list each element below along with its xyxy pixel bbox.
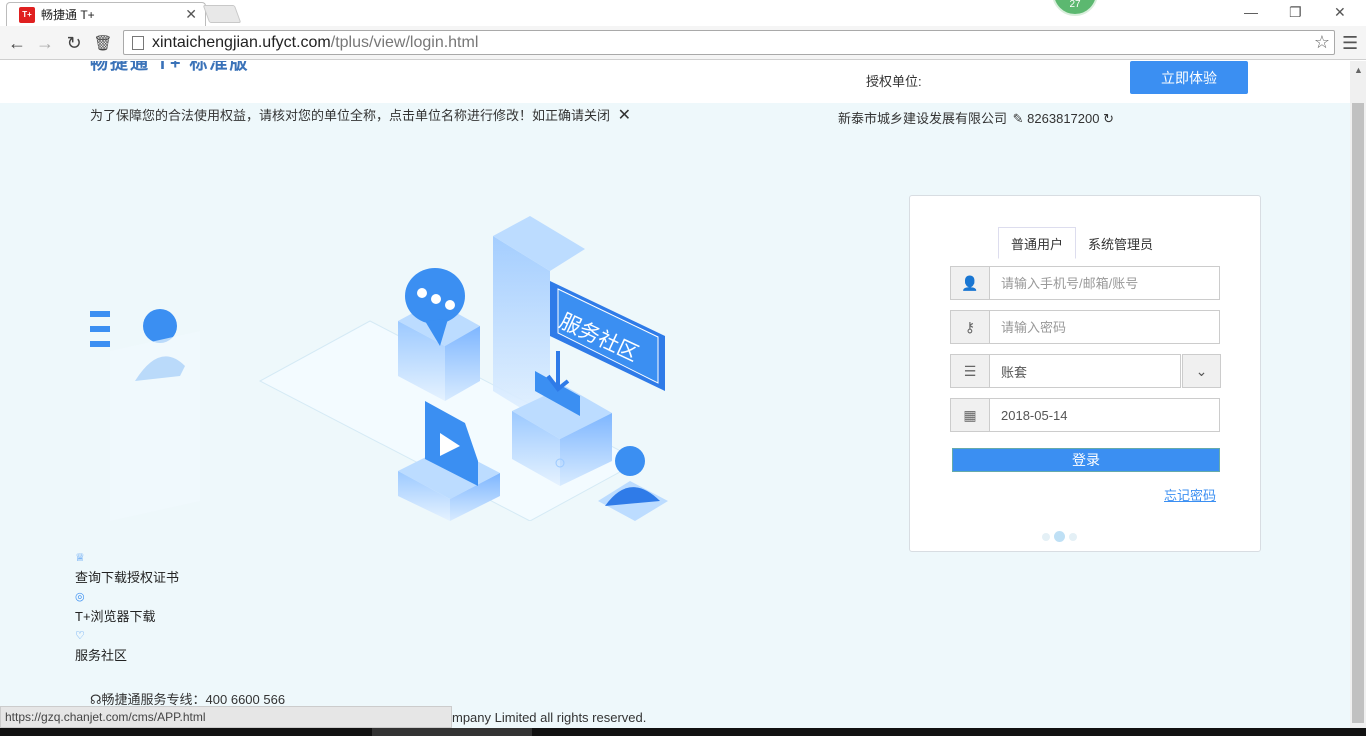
link-license-download[interactable]: ♕ 查询下载授权证书 <box>75 551 179 586</box>
login-panel: 普通用户 系统管理员 👤 ⚷ ☰ ⌄ ▦ 登录 忘记密码 <box>909 195 1261 552</box>
address-bar[interactable]: xintaichengjian.ufyct.com /tplus/view/lo… <box>123 30 1335 55</box>
page-content: 畅捷通 T+ 标准版 授权单位: 立即体验 为了保障您的合法使用权益，请核对您的… <box>0 61 1350 736</box>
carousel-dot[interactable] <box>1042 532 1050 541</box>
new-tab-button[interactable] <box>202 5 242 23</box>
back-arrow-icon[interactable]: ← <box>6 32 28 54</box>
trash-icon[interactable]: 🗑 <box>92 32 114 54</box>
url-domain: xintaichengjian.ufyct.com <box>152 33 331 51</box>
certificate-icon: ♕ <box>75 552 85 564</box>
quick-links: ♕ 查询下载授权证书 ◎ T+浏览器下载 ♡ 服务社区 <box>75 551 179 668</box>
carousel-dots <box>1042 531 1077 542</box>
status-bar: https://gzq.chanjet.com/cms/APP.html <box>0 706 452 728</box>
username-input[interactable] <box>990 267 1219 299</box>
logo: 畅捷通 T+ 标准版 <box>90 61 250 73</box>
list-icon: ☰ <box>951 355 990 387</box>
tab-close-icon[interactable]: ✕ <box>185 6 197 23</box>
copyright: mpany Limited all rights reserved. <box>452 710 647 725</box>
try-now-button[interactable]: 立即体验 <box>1130 61 1248 94</box>
bookmark-star-icon[interactable]: ☆ <box>1314 32 1330 53</box>
login-button[interactable]: 登录 <box>952 448 1220 472</box>
account-set-input[interactable] <box>990 355 1180 387</box>
company-info[interactable]: 新泰市城乡建设发展有限公司 ✎ 8263817200 ↻ <box>838 108 1114 127</box>
page-icon <box>132 35 144 50</box>
carousel-dot[interactable] <box>1069 532 1077 541</box>
restore-icon[interactable]: ❐ <box>1289 4 1302 21</box>
password-field: ⚷ <box>950 310 1220 344</box>
window-close-icon[interactable]: ✕ <box>1334 4 1346 21</box>
chat-bubble-icon <box>398 268 480 401</box>
username-field: 👤 <box>950 266 1220 300</box>
tab-normal-user[interactable]: 普通用户 <box>998 227 1077 259</box>
company-name[interactable]: 新泰市城乡建设发展有限公司 <box>838 111 1007 126</box>
url-path: /tplus/view/login.html <box>330 33 479 51</box>
company-code: 8263817200 <box>1027 111 1100 126</box>
headset-icon: ☊ <box>90 692 102 707</box>
page-scrollbar[interactable]: ▲ <box>1350 61 1366 736</box>
hotline-text: 畅捷通服务专线：400 6600 566 <box>101 692 286 707</box>
calendar-icon: ▦ <box>951 399 990 431</box>
carousel-dot-active[interactable] <box>1054 531 1065 542</box>
refresh-icon[interactable]: ↻ <box>1103 111 1114 126</box>
tab-title: 畅捷通 T+ <box>41 8 95 22</box>
browser-tab-bar: T+ 畅捷通 T+ ✕ 27 — ❐ ✕ <box>0 0 1366 26</box>
notice-close-icon[interactable]: ✕ <box>618 107 631 124</box>
link-label[interactable]: 查询下载授权证书 <box>75 567 179 586</box>
browser-menu-icon[interactable]: ☰ <box>1342 33 1358 54</box>
account-set-field: ☰ ⌄ <box>950 354 1221 388</box>
taskbar <box>0 728 1366 736</box>
browser-tab[interactable]: T+ 畅捷通 T+ ✕ <box>6 2 206 26</box>
scroll-thumb[interactable] <box>1352 103 1364 723</box>
reload-icon[interactable]: ↻ <box>63 32 85 54</box>
link-label[interactable]: T+浏览器下载 <box>75 606 179 625</box>
browser-icon: ◎ <box>75 591 85 603</box>
page-header: 畅捷通 T+ 标准版 授权单位: 立即体验 <box>0 61 1350 103</box>
service-sign: 服务社区 <box>550 281 665 391</box>
link-service-community[interactable]: ♡ 服务社区 <box>75 629 179 664</box>
tab-system-admin[interactable]: 系统管理员 <box>1076 227 1165 259</box>
community-icon: ♡ <box>75 630 85 642</box>
forgot-password-link[interactable]: 忘记密码 <box>1164 485 1216 504</box>
link-browser-download[interactable]: ◎ T+浏览器下载 <box>75 590 179 625</box>
minimize-icon[interactable]: — <box>1244 4 1258 20</box>
edit-icon[interactable]: ✎ <box>1013 111 1024 126</box>
scroll-up-icon[interactable]: ▲ <box>1354 65 1363 75</box>
password-input[interactable] <box>990 311 1219 343</box>
left-person-icon <box>90 309 200 521</box>
notice-text: 为了保障您的合法使用权益，请核对您的单位全称，点击单位名称进行修改！如正确请关闭 <box>90 108 611 123</box>
browser-toolbar: ← → ↻ 🗑 xintaichengjian.ufyct.com /tplus… <box>0 26 1366 60</box>
link-label[interactable]: 服务社区 <box>75 645 179 664</box>
date-field: ▦ <box>950 398 1220 432</box>
forward-arrow-icon[interactable]: → <box>34 32 56 54</box>
login-tabs: 普通用户 系统管理员 <box>998 227 1165 259</box>
auth-label: 授权单位: <box>866 74 922 89</box>
service-illustration: 服务社区 <box>90 216 668 521</box>
tplus-favicon-icon: T+ <box>19 6 35 23</box>
key-icon: ⚷ <box>951 311 990 343</box>
date-input[interactable] <box>990 399 1219 431</box>
notification-badge[interactable]: 27 <box>1052 0 1098 16</box>
user-icon: 👤 <box>951 267 990 299</box>
notice-banner: 为了保障您的合法使用权益，请核对您的单位全称，点击单位名称进行修改！如正确请关闭… <box>90 105 631 125</box>
chevron-down-icon[interactable]: ⌄ <box>1182 354 1221 388</box>
